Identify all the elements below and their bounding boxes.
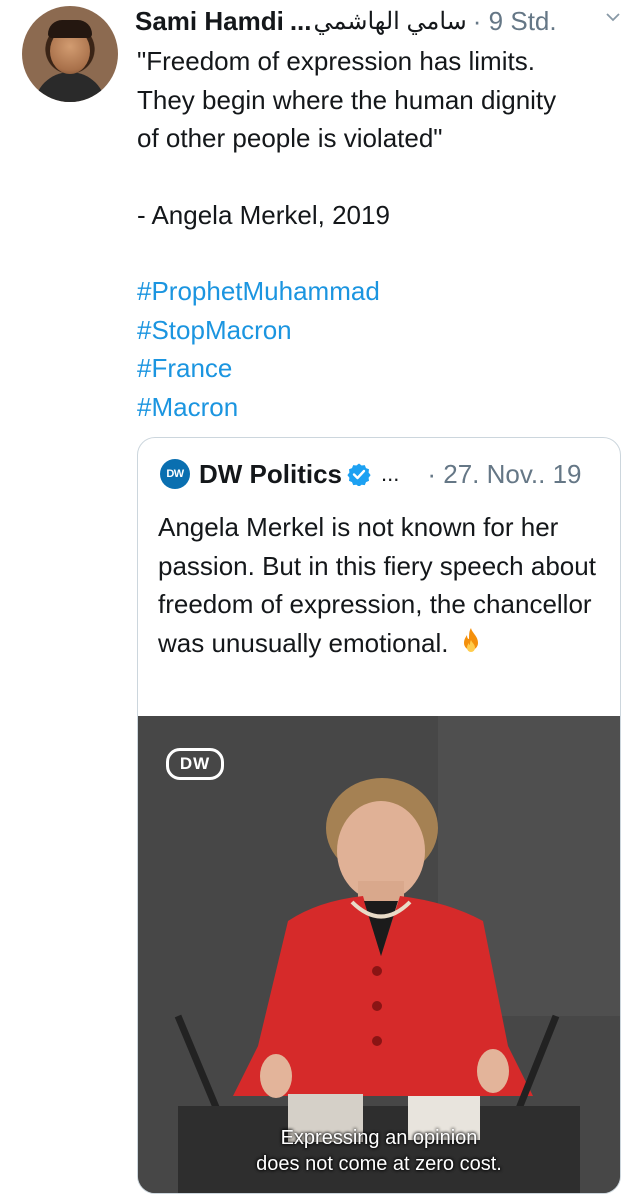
quoted-tweet-header: DW DW Politics ... · 27. Nov.. 19 — [160, 456, 610, 492]
quoted-author-name[interactable]: DW Politics — [199, 459, 342, 490]
fire-icon — [463, 627, 478, 652]
author-avatar[interactable] — [22, 6, 118, 102]
tweet-text-line: "Freedom of expression has limits. — [137, 46, 535, 76]
quoted-name-truncation: ... — [381, 461, 400, 486]
quoted-tweet-body: Angela Merkel is not known for her passi… — [158, 512, 596, 658]
video-dw-logo: DW — [166, 748, 224, 780]
avatar-body — [34, 72, 106, 102]
hashtag-link[interactable]: #ProphetMuhammad — [137, 272, 617, 311]
author-name[interactable]: Sami Hamdi — [135, 6, 284, 37]
author-name-arabic[interactable]: سامي الهاشمي — [314, 7, 467, 36]
name-truncation: ... — [289, 5, 312, 36]
verified-badge-icon — [347, 463, 371, 486]
avatar-hair — [48, 20, 92, 38]
video-subtitle-line: Expressing an opinion — [280, 1127, 478, 1149]
hashtag-link[interactable]: #Macron — [137, 388, 617, 427]
video-thumbnail[interactable]: DW Expressing an opinion does not come a… — [138, 716, 620, 1193]
video-frame-illustration — [138, 716, 620, 1193]
tweet-attribution: - Angela Merkel, 2019 — [137, 199, 390, 230]
dw-logo-avatar[interactable]: DW — [160, 459, 190, 489]
quoted-tweet-card[interactable]: DW DW Politics ... · 27. Nov.. 19 Angela… — [137, 437, 621, 1194]
hashtag-link[interactable]: #France — [137, 349, 617, 388]
quoted-tweet-date[interactable]: · 27. Nov.. 19 — [427, 459, 581, 490]
tweet-header: Sami Hamdi ... سامي الهاشمي · 9 Std. — [135, 5, 625, 37]
quoted-tweet-text: Angela Merkel is not known for her passi… — [158, 508, 598, 662]
hashtag-link[interactable]: #StopMacron — [137, 311, 617, 350]
tweet-text-line: of other people is violated" — [137, 123, 443, 153]
tweet-body: "Freedom of expression has limits. They … — [137, 42, 617, 426]
video-subtitle-line: does not come at zero cost. — [256, 1153, 502, 1175]
tweet-text-line: They begin where the human dignity — [137, 84, 557, 115]
chevron-down-icon[interactable] — [606, 10, 620, 24]
tweet-timestamp[interactable]: · 9 Std. — [473, 6, 557, 37]
